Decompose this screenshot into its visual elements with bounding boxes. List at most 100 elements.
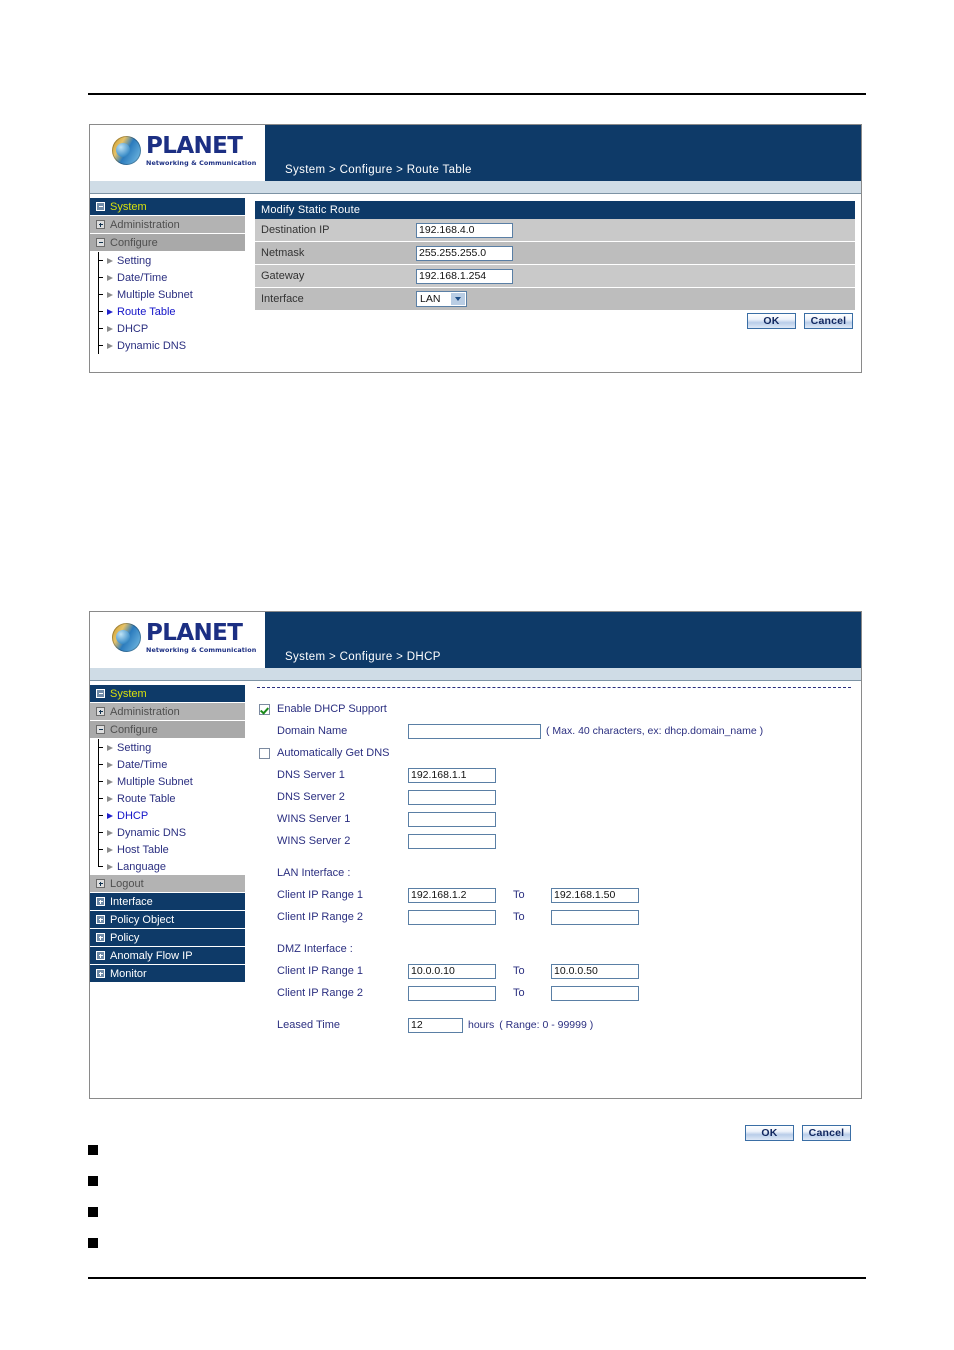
lan-range-1-from-input[interactable] [408,887,496,903]
tree-stem-icon [96,773,107,790]
row-dmz-client-ip-range-2: Client IP Range 2 To [253,982,855,1004]
enable-dhcp-label: Enable DHCP Support [277,703,387,715]
row-dmz-client-ip-range-1: Client IP Range 1 To [253,960,855,982]
sidebar-item-setting[interactable]: Setting [90,252,245,269]
sidebar-item-label: Interface [110,895,153,908]
leased-time-hint: ( Range: 0 - 99999 ) [499,1019,594,1031]
sidebar-item-date-time[interactable]: Date/Time [90,269,245,286]
tree-stem-icon [96,269,107,286]
arrow-icon [107,257,113,264]
sidebar-item-label: Configure [110,236,158,249]
sidebar-item-system[interactable]: System [90,685,245,702]
ok-button[interactable]: OK [745,1125,794,1141]
sidebar-item-language[interactable]: Language [90,858,245,875]
dmz-range-2-to-input[interactable] [551,985,639,1001]
domain-name-input[interactable] [408,723,541,739]
destination-ip-input[interactable] [416,222,513,238]
field-label: Gateway [261,270,305,282]
minus-box-icon [96,238,105,247]
wins-server-2-input[interactable] [408,833,496,849]
dns-server-2-input[interactable] [408,789,496,805]
tree-stem-icon [96,756,107,773]
panel1-content: Modify Static Route Destination IP Netma… [245,194,861,354]
row-wins-server-2: WINS Server 2 [253,830,855,852]
sidebar-item-logout[interactable]: Logout [90,875,245,892]
leased-time-input[interactable] [408,1017,463,1033]
lan-range-2-from-input[interactable] [408,909,496,925]
panel1-sub-strip [90,181,861,194]
form-row-gateway: Gateway [255,265,855,288]
form-row-netmask: Netmask [255,242,855,265]
sidebar-item-configure[interactable]: Configure [90,234,245,251]
bullet-list [88,1145,98,1269]
lan-range-1-label: Client IP Range 1 [277,889,364,901]
field-label: Netmask [261,247,305,259]
sidebar-item-setting[interactable]: Setting [90,739,245,756]
sidebar-item-dynamic-dns[interactable]: Dynamic DNS [90,824,245,841]
ok-button[interactable]: OK [747,313,796,329]
tree-stem-icon [96,337,107,354]
lan-range-1-to-input[interactable] [551,887,639,903]
dmz-range-2-from-input[interactable] [408,985,496,1001]
sidebar-item-dhcp[interactable]: DHCP [90,807,245,824]
tree-stem-icon [96,739,107,756]
enable-dhcp-checkbox[interactable] [259,703,270,715]
sidebar-item-policy[interactable]: Policy [90,929,245,946]
dns-server-2-label: DNS Server 2 [277,791,345,803]
panel2-logo-area: PLANET Networking & Communication [90,612,265,668]
auto-get-dns-checkbox[interactable] [259,747,270,759]
row-dns-server-2: DNS Server 2 [253,786,855,808]
panel1-logo-area: PLANET Networking & Communication [90,125,265,181]
sidebar-item-administration[interactable]: Administration [90,703,245,720]
sidebar-item-route-table[interactable]: Route Table [90,790,245,807]
sidebar-item-multiple-subnet[interactable]: Multiple Subnet [90,286,245,303]
bullet-marker [88,1176,98,1186]
panel1-header: PLANET Networking & Communication System… [90,125,861,181]
sidebar-item-multiple-subnet[interactable]: Multiple Subnet [90,773,245,790]
row-enable-dhcp: Enable DHCP Support [253,698,855,720]
page-bottom-rule [88,1277,866,1279]
interface-select[interactable]: LAN [416,291,467,307]
dmz-range-1-from-input[interactable] [408,963,496,979]
arrow-icon [107,829,113,836]
dmz-range-1-to-input[interactable] [551,963,639,979]
sidebar-item-anomaly-flow-ip[interactable]: Anomaly Flow IP [90,947,245,964]
minus-box-icon [96,689,105,698]
sidebar-item-label: Date/Time [117,271,168,284]
row-auto-get-dns: Automatically Get DNS [253,742,855,764]
bullet-marker [88,1238,98,1248]
dns-server-1-input[interactable] [408,767,496,783]
panel2-button-row: OK Cancel [745,1125,851,1141]
sidebar-item-administration[interactable]: Administration [90,216,245,233]
gateway-input[interactable] [416,268,513,284]
dmz-interface-section-label: DMZ Interface : [277,943,353,955]
lan-range-1-to-label: To [513,889,525,901]
logo-tagline: Networking & Communication [146,646,257,654]
cancel-button[interactable]: Cancel [804,313,853,329]
sidebar-item-configure[interactable]: Configure [90,721,245,738]
lan-range-2-to-input[interactable] [551,909,639,925]
netmask-input[interactable] [416,245,513,261]
sidebar-item-date-time[interactable]: Date/Time [90,756,245,773]
sidebar-item-host-table[interactable]: Host Table [90,841,245,858]
globe-icon [112,623,141,653]
sidebar-item-dynamic-dns[interactable]: Dynamic DNS [90,337,245,354]
sidebar-item-interface[interactable]: Interface [90,893,245,910]
form-title: Modify Static Route [255,201,855,219]
sidebar-item-label: Multiple Subnet [117,288,193,301]
sidebar-item-system[interactable]: System [90,198,245,215]
arrow-icon [107,812,113,819]
cancel-button[interactable]: Cancel [802,1125,851,1141]
sidebar-item-label: Monitor [110,967,147,980]
sidebar-item-monitor[interactable]: Monitor [90,965,245,982]
sidebar-item-dhcp[interactable]: DHCP [90,320,245,337]
sidebar-item-route-table[interactable]: Route Table [90,303,245,320]
leased-time-unit: hours [468,1019,495,1031]
sidebar-item-policy-object[interactable]: Policy Object [90,911,245,928]
sidebar-item-label: Setting [117,741,152,754]
wins-server-1-input[interactable] [408,811,496,827]
interface-select-value: LAN [420,293,441,305]
tree-stem-icon [96,790,107,807]
dns-server-1-label: DNS Server 1 [277,769,345,781]
sidebar-item-label: Host Table [117,843,169,856]
